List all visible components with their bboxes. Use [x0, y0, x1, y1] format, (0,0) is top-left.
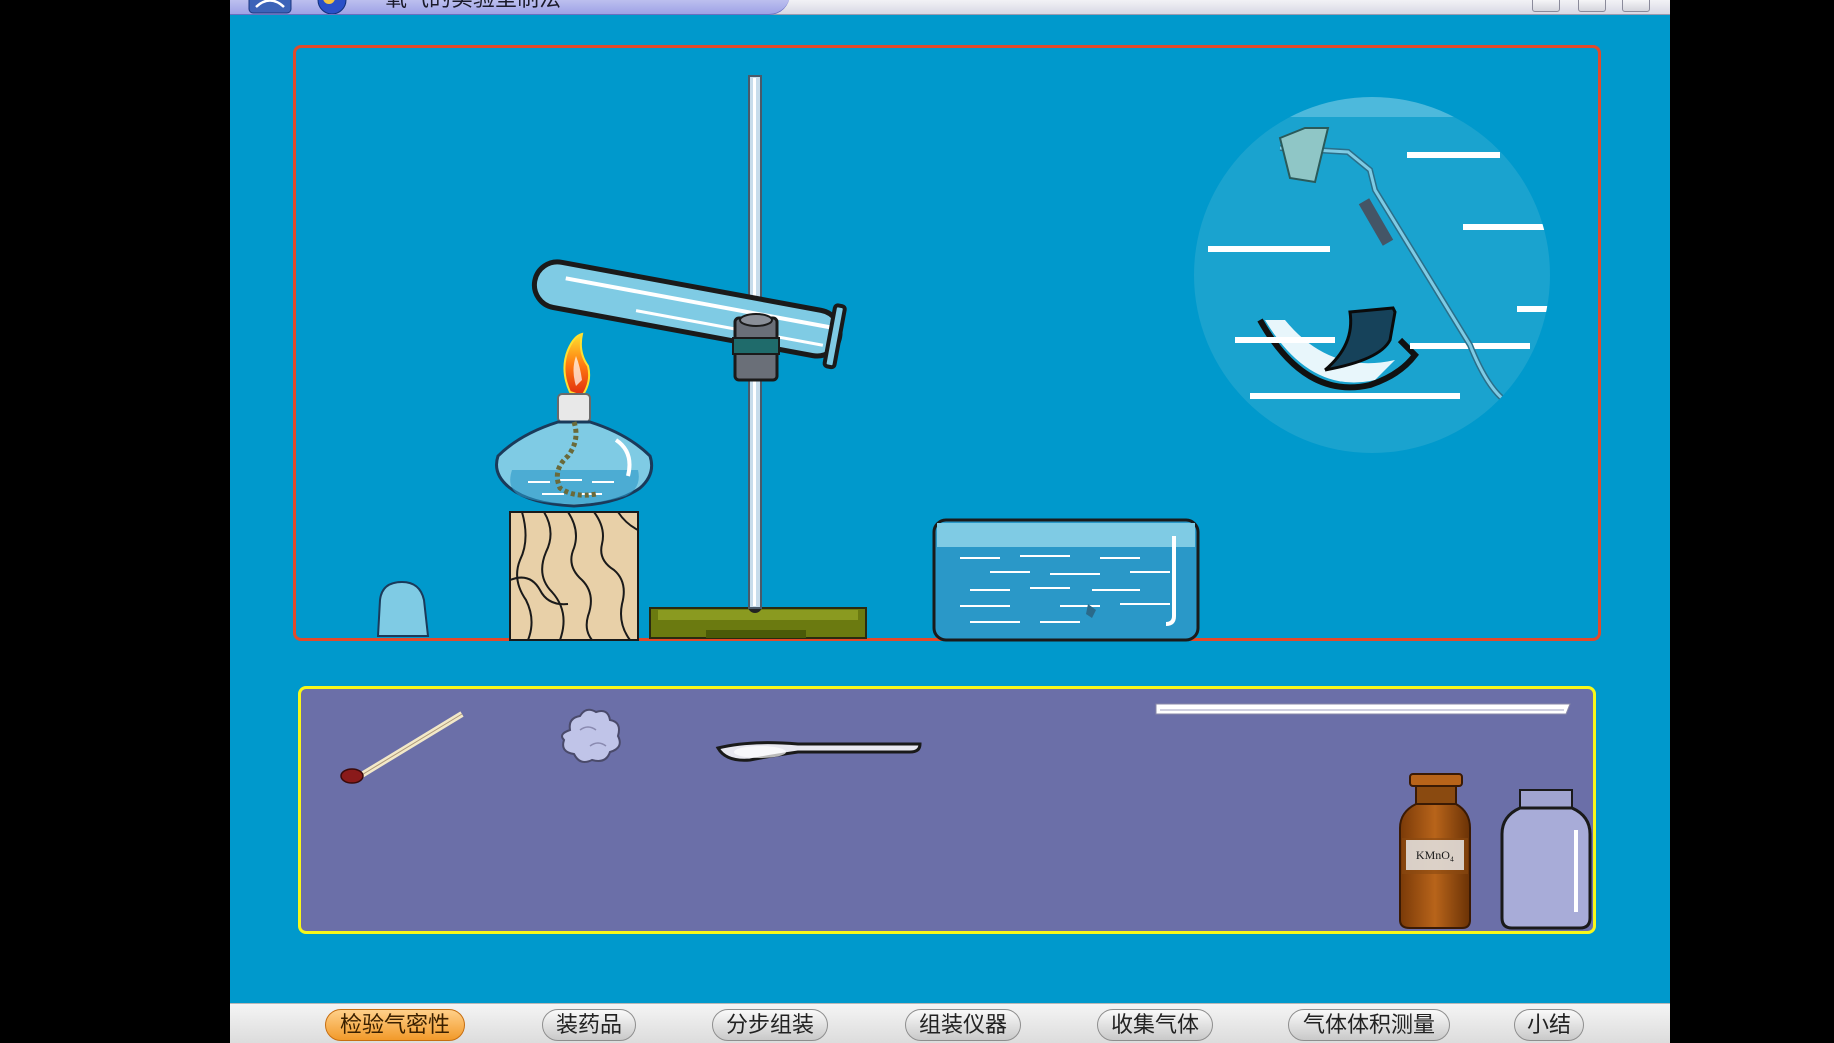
bottom-nav: 检验气密性 装药品 分步组装 组装仪器 收集气体 气体体积测量 小结	[230, 1003, 1670, 1043]
nav-gas-volume-button[interactable]: 气体体积测量	[1288, 1009, 1450, 1041]
nav-step-assembly-button[interactable]: 分步组装	[712, 1009, 828, 1041]
magnified-view-icon	[1194, 97, 1550, 453]
spoon-icon[interactable]	[715, 741, 922, 762]
glass-rod-icon[interactable]	[1155, 703, 1571, 715]
nav-summary-button[interactable]: 小结	[1514, 1009, 1584, 1041]
kmno4-bottle-icon[interactable]: KMnO₄	[1399, 773, 1471, 929]
reagent-label: KMnO₄	[1416, 848, 1454, 862]
nav-assemble-apparatus-button[interactable]: 组装仪器	[905, 1009, 1021, 1041]
match-icon[interactable]	[340, 711, 464, 784]
nav-collect-gas-button[interactable]: 收集气体	[1097, 1009, 1213, 1041]
gas-bottle-icon[interactable]	[1500, 789, 1592, 930]
flame-icon	[563, 332, 591, 398]
app-window: 氧气的实验室制法	[230, 0, 1670, 1043]
nav-leak-test-button[interactable]: 检验气密性	[325, 1009, 465, 1041]
cotton-icon[interactable]	[561, 708, 621, 763]
lamp-cap-icon	[376, 580, 430, 637]
water-trough-icon	[932, 518, 1200, 642]
nav-load-reagent-button[interactable]: 装药品	[542, 1009, 636, 1041]
alcohol-lamp-icon	[495, 393, 654, 508]
wooden-block-icon	[509, 511, 639, 641]
lab-scene: KMnO₄	[340, 75, 1592, 930]
